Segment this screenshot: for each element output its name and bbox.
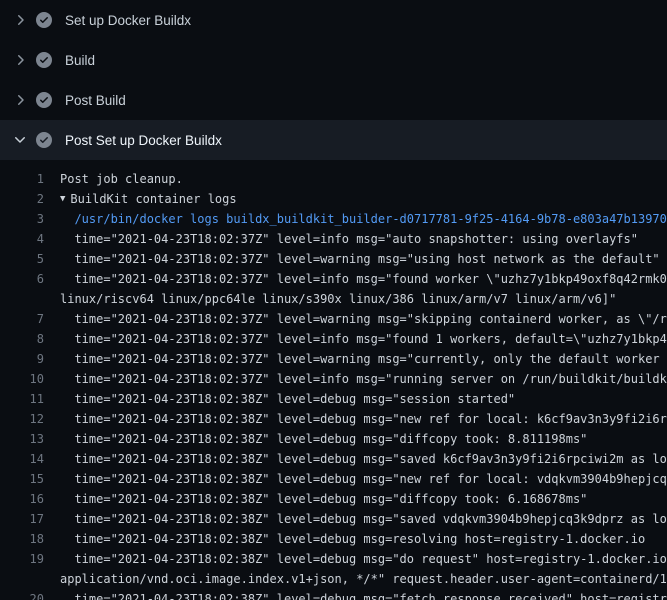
check-circle-icon [36, 52, 52, 68]
check-circle-icon [36, 132, 52, 148]
chevron-down-icon[interactable] [12, 132, 28, 148]
log-line: 3 /usr/bin/docker logs buildx_buildkit_b… [0, 209, 667, 229]
log-text: time="2021-04-23T18:02:37Z" level=info m… [60, 329, 667, 349]
log-line: 9 time="2021-04-23T18:02:37Z" level=warn… [0, 349, 667, 369]
check-circle-icon [36, 92, 52, 108]
line-number[interactable]: 10 [0, 369, 44, 389]
log-text: time="2021-04-23T18:02:37Z" level=warnin… [60, 249, 660, 269]
log-line: 15 time="2021-04-23T18:02:38Z" level=deb… [0, 469, 667, 489]
check-circle-icon [36, 12, 52, 28]
log-text: time="2021-04-23T18:02:38Z" level=debug … [60, 589, 667, 600]
log-line: 20 time="2021-04-23T18:02:38Z" level=deb… [0, 589, 667, 600]
chevron-right-icon[interactable] [12, 12, 28, 28]
actions-log-viewer: Set up Docker Buildx Build Post Build Post … [0, 0, 667, 600]
log-line: 5 time="2021-04-23T18:02:37Z" level=warn… [0, 249, 667, 269]
line-number[interactable]: 18 [0, 529, 44, 549]
line-number[interactable]: 3 [0, 209, 44, 229]
line-number[interactable]: 4 [0, 229, 44, 249]
log-text: time="2021-04-23T18:02:38Z" level=debug … [60, 489, 587, 509]
line-number [0, 289, 44, 309]
log-text: time="2021-04-23T18:02:38Z" level=debug … [60, 389, 515, 409]
log-text: time="2021-04-23T18:02:37Z" level=warnin… [60, 309, 667, 329]
log-line: 10 time="2021-04-23T18:02:37Z" level=inf… [0, 369, 667, 389]
log-text: time="2021-04-23T18:02:37Z" level=info m… [60, 229, 638, 249]
line-number[interactable]: 17 [0, 509, 44, 529]
line-number[interactable]: 6 [0, 269, 44, 289]
line-number[interactable]: 14 [0, 449, 44, 469]
chevron-right-icon[interactable] [12, 52, 28, 68]
log-line: 8 time="2021-04-23T18:02:37Z" level=info… [0, 329, 667, 349]
line-number[interactable]: 15 [0, 469, 44, 489]
line-number[interactable]: 1 [0, 169, 44, 189]
log-line: 6 time="2021-04-23T18:02:37Z" level=info… [0, 269, 667, 289]
step-label: Post Build [65, 93, 126, 108]
log-line: 13 time="2021-04-23T18:02:38Z" level=deb… [0, 429, 667, 449]
line-number[interactable]: 7 [0, 309, 44, 329]
step-row-set-up-docker-buildx[interactable]: Set up Docker Buildx [0, 0, 667, 40]
log-line: 2 ▼BuildKit container logs [0, 189, 667, 209]
log-line: 7 time="2021-04-23T18:02:37Z" level=warn… [0, 309, 667, 329]
step-row-build[interactable]: Build [0, 40, 667, 80]
step-label: Post Set up Docker Buildx [65, 133, 222, 148]
step-label: Build [65, 53, 95, 68]
log-line: 4 time="2021-04-23T18:02:37Z" level=info… [0, 229, 667, 249]
line-number[interactable]: 12 [0, 409, 44, 429]
line-number[interactable]: 8 [0, 329, 44, 349]
log-line: 18 time="2021-04-23T18:02:38Z" level=deb… [0, 529, 667, 549]
log-text: time="2021-04-23T18:02:38Z" level=debug … [60, 409, 667, 429]
log-text: time="2021-04-23T18:02:38Z" level=debug … [60, 429, 587, 449]
log-text: linux/riscv64 linux/ppc64le linux/s390x … [60, 289, 616, 309]
log-line: 1 Post job cleanup. [0, 169, 667, 189]
log-line: 11 time="2021-04-23T18:02:38Z" level=deb… [0, 389, 667, 409]
steps-list: Set up Docker Buildx Build Post Build Post … [0, 0, 667, 160]
step-label: Set up Docker Buildx [65, 13, 191, 28]
line-number[interactable]: 19 [0, 549, 44, 569]
log-text: time="2021-04-23T18:02:37Z" level=warnin… [60, 349, 667, 369]
log-text: time="2021-04-23T18:02:38Z" level=debug … [60, 549, 667, 569]
log-line: 16 time="2021-04-23T18:02:38Z" level=deb… [0, 489, 667, 509]
step-row-post-build[interactable]: Post Build [0, 80, 667, 120]
log-text: time="2021-04-23T18:02:37Z" level=info m… [60, 269, 667, 289]
line-number[interactable]: 2 [0, 189, 44, 209]
log-text: time="2021-04-23T18:02:38Z" level=debug … [60, 509, 667, 529]
log-text: Post job cleanup. [60, 169, 183, 189]
log-area: 1 Post job cleanup. 2 ▼BuildKit container l… [0, 160, 667, 600]
log-text: time="2021-04-23T18:02:37Z" level=info m… [60, 369, 667, 389]
log-line-continuation: linux/riscv64 linux/ppc64le linux/s390x … [0, 289, 667, 309]
log-text: BuildKit container logs [70, 189, 236, 209]
log-line: 14 time="2021-04-23T18:02:38Z" level=deb… [0, 449, 667, 469]
log-line: 17 time="2021-04-23T18:02:38Z" level=deb… [0, 509, 667, 529]
log-line-continuation: application/vnd.oci.image.index.v1+json,… [0, 569, 667, 589]
line-number [0, 569, 44, 589]
line-number[interactable]: 11 [0, 389, 44, 409]
group-expanded-icon[interactable]: ▼ [60, 189, 65, 209]
line-number[interactable]: 5 [0, 249, 44, 269]
log-line: 19 time="2021-04-23T18:02:38Z" level=deb… [0, 549, 667, 569]
log-line: 12 time="2021-04-23T18:02:38Z" level=deb… [0, 409, 667, 429]
line-number[interactable]: 13 [0, 429, 44, 449]
log-text: time="2021-04-23T18:02:38Z" level=debug … [60, 469, 667, 489]
log-text: application/vnd.oci.image.index.v1+json,… [60, 569, 667, 589]
line-number[interactable]: 16 [0, 489, 44, 509]
step-row-post-set-up-docker-buildx[interactable]: Post Set up Docker Buildx [0, 120, 667, 160]
line-number[interactable]: 20 [0, 589, 44, 600]
log-text: time="2021-04-23T18:02:38Z" level=debug … [60, 529, 645, 549]
log-command-text: /usr/bin/docker logs buildx_buildkit_bui… [60, 209, 667, 229]
line-number[interactable]: 9 [0, 349, 44, 369]
chevron-right-icon[interactable] [12, 92, 28, 108]
log-text: time="2021-04-23T18:02:38Z" level=debug … [60, 449, 667, 469]
